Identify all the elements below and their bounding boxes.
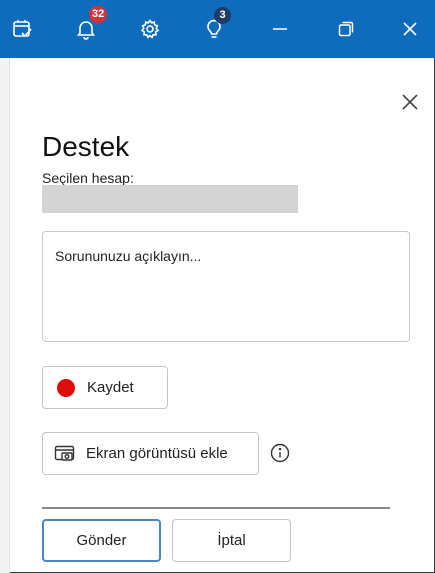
selected-account-label: Seçilen hesap: <box>42 170 134 186</box>
tips-badge: 3 <box>214 7 231 24</box>
screenshot-icon <box>54 445 76 463</box>
window-close-button[interactable] <box>388 0 432 58</box>
restore-button[interactable] <box>324 0 368 58</box>
panel-title: Destek <box>42 131 130 162</box>
minimize-button[interactable] <box>258 0 302 58</box>
calendar-check-icon <box>11 18 33 40</box>
left-gutter <box>0 58 10 573</box>
cancel-button[interactable]: İptal <box>172 519 291 562</box>
record-button[interactable]: Kaydet <box>42 366 168 409</box>
notifications-badge: 32 <box>89 6 108 23</box>
cancel-label: İptal <box>217 532 246 549</box>
add-screenshot-button[interactable]: Ekran görüntüsü ekle <box>42 432 259 475</box>
send-button[interactable]: Gönder <box>42 519 161 562</box>
notifications-button[interactable]: 32 <box>64 0 108 58</box>
info-icon[interactable] <box>270 443 290 463</box>
selected-account-value <box>42 185 298 213</box>
restore-icon <box>337 20 355 38</box>
record-icon <box>57 378 75 397</box>
divider <box>42 507 390 509</box>
minimize-icon <box>271 20 289 38</box>
description-field[interactable] <box>42 231 410 342</box>
close-icon <box>400 92 420 117</box>
settings-button[interactable] <box>128 0 172 58</box>
record-label: Kaydet <box>87 379 134 396</box>
gear-icon <box>139 18 161 40</box>
add-screenshot-label: Ekran görüntüsü ekle <box>86 445 228 462</box>
title-bar: 32 3 <box>0 0 435 58</box>
panel-close-button[interactable] <box>396 90 424 118</box>
description-input[interactable] <box>43 232 409 341</box>
close-icon <box>401 20 419 38</box>
send-label: Gönder <box>76 532 127 549</box>
tips-button[interactable]: 3 <box>192 0 236 58</box>
my-day-button[interactable] <box>0 0 44 58</box>
